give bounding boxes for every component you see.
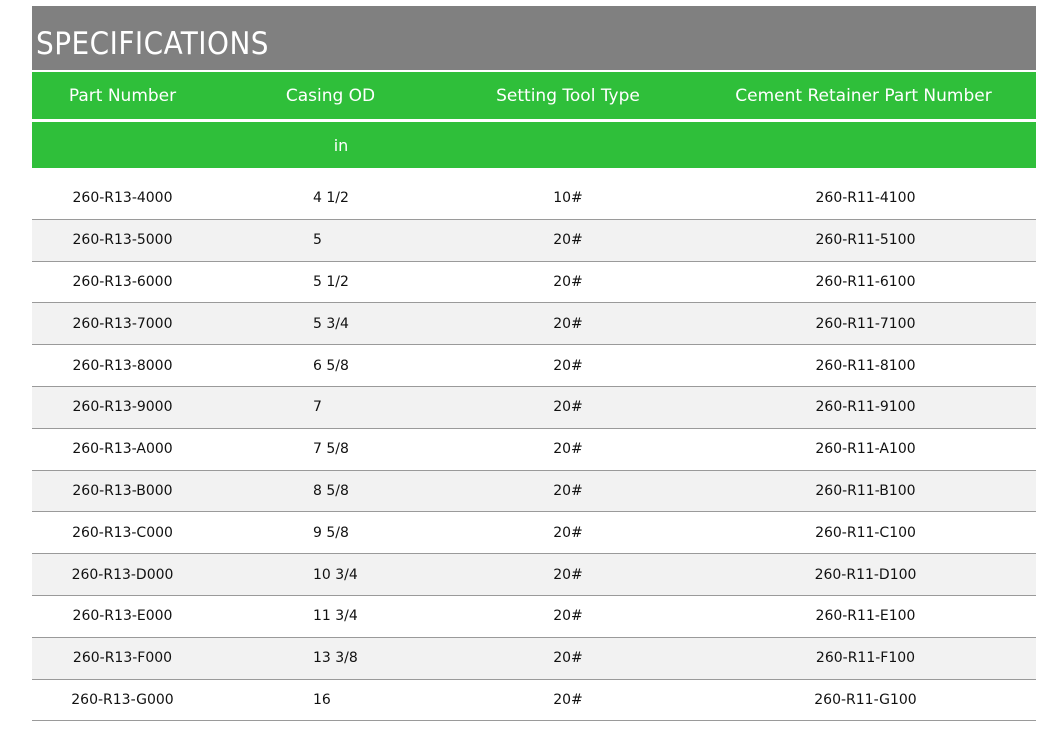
table-row: 260-R13-E000 11 3/4 20# 260-R11-E100 [32,596,1036,638]
table-row: 260-R13-A000 7 5/8 20# 260-R11-A100 [32,429,1036,471]
cell-part-number: 260-R13-C000 [72,524,173,541]
cell-setting-tool-type: 10# [553,190,583,207]
table-row: 260-R13-G000 16 20# 260-R11-G100 [32,680,1036,722]
header-setting-tool-type: Setting Tool Type [496,85,640,106]
cell-cement-retainer-part-number: 260-R11-9100 [815,399,916,416]
cell-part-number: 260-R13-F000 [72,650,173,667]
cell-part-number: 260-R13-7000 [72,315,173,332]
table-row: 260-R13-7000 5 3/4 20# 260-R11-7100 [32,303,1036,346]
cell-casing-od: 5 3/4 [313,315,349,332]
cell-casing-od: 13 3/8 [313,650,358,667]
table-units-row: in [32,122,1036,168]
cell-cement-retainer-part-number: 260-R11-B100 [815,482,916,499]
cell-setting-tool-type: 20# [553,524,583,541]
cell-part-number: 260-R13-6000 [72,273,173,290]
cell-casing-od: 11 3/4 [313,608,358,625]
cell-casing-od: 7 5/8 [313,441,349,458]
page-title: SPECIFICATIONS [32,6,1036,70]
cell-casing-od: 6 5/8 [313,357,349,374]
cell-part-number: 260-R13-B000 [72,482,173,499]
cell-cement-retainer-part-number: 260-R11-C100 [815,524,916,541]
table-row: 260-R13-9000 7 20# 260-R11-9100 [32,386,1036,429]
header-cement-retainer-part-number: Cement Retainer Part Number [735,85,992,106]
cell-cement-retainer-part-number: 260-R11-A100 [815,441,916,458]
cell-cement-retainer-part-number: 260-R11-G100 [814,691,917,708]
cell-casing-od: 9 5/8 [313,524,349,541]
cell-setting-tool-type: 20# [553,273,583,290]
cell-part-number: 260-R13-G000 [71,691,174,708]
cell-cement-retainer-part-number: 260-R11-5100 [815,232,916,249]
header-casing-od-unit: in [333,135,349,155]
table-row: 260-R13-F000 13 3/8 20# 260-R11-F100 [32,637,1036,680]
cell-casing-od: 4 1/2 [313,190,349,207]
cell-setting-tool-type: 20# [553,566,583,583]
cell-casing-od: 7 [313,399,322,416]
cell-cement-retainer-part-number: 260-R11-8100 [815,357,916,374]
cell-setting-tool-type: 20# [553,691,583,708]
cell-part-number: 260-R13-9000 [72,399,173,416]
cell-casing-od: 5 [313,232,322,249]
table-row: 260-R13-6000 5 1/2 20# 260-R11-6100 [32,262,1036,304]
header-part-number: Part Number [68,85,177,106]
table-row: 260-R13-B000 8 5/8 20# 260-R11-B100 [32,470,1036,513]
cell-setting-tool-type: 20# [553,357,583,374]
cell-part-number: 260-R13-D000 [71,566,174,583]
cell-casing-od: 10 3/4 [313,566,358,583]
cell-setting-tool-type: 20# [553,232,583,249]
cell-cement-retainer-part-number: 260-R11-E100 [815,608,916,625]
cell-casing-od: 8 5/8 [313,482,349,499]
cell-part-number: 260-R13-5000 [72,232,173,249]
cell-casing-od: 16 [313,691,331,708]
table-row: 260-R13-C000 9 5/8 20# 260-R11-C100 [32,512,1036,555]
cell-part-number: 260-R13-A000 [72,441,173,458]
cell-part-number: 260-R13-4000 [72,190,173,207]
cell-setting-tool-type: 20# [553,482,583,499]
specifications-table: 260-R13-4000 4 1/2 10# 260-R11-4100 260-R13-… [32,178,1036,722]
table-row: 260-R13-D000 10 3/4 20# 260-R11-D100 [32,554,1036,596]
table-header-row: Part Number Casing OD Setting Tool Type … [32,72,1036,119]
cell-cement-retainer-part-number: 260-R11-7100 [815,315,916,332]
table-row: 260-R13-4000 4 1/2 10# 260-R11-4100 [32,178,1036,220]
cell-setting-tool-type: 20# [553,608,583,625]
cell-part-number: 260-R13-8000 [72,357,173,374]
cell-cement-retainer-part-number: 260-R11-F100 [815,650,916,667]
cell-setting-tool-type: 20# [553,315,583,332]
cell-cement-retainer-part-number: 260-R11-4100 [815,190,916,207]
table-row: 260-R13-5000 5 20# 260-R11-5100 [32,219,1036,262]
cell-setting-tool-type: 20# [553,650,583,667]
cell-casing-od: 5 1/2 [313,273,349,290]
cell-part-number: 260-R13-E000 [72,608,173,625]
cell-setting-tool-type: 20# [553,441,583,458]
cell-cement-retainer-part-number: 260-R11-D100 [814,566,917,583]
header-casing-od: Casing OD [285,85,376,106]
table-row: 260-R13-8000 6 5/8 20# 260-R11-8100 [32,345,1036,387]
cell-setting-tool-type: 20# [553,399,583,416]
cell-cement-retainer-part-number: 260-R11-6100 [815,273,916,290]
